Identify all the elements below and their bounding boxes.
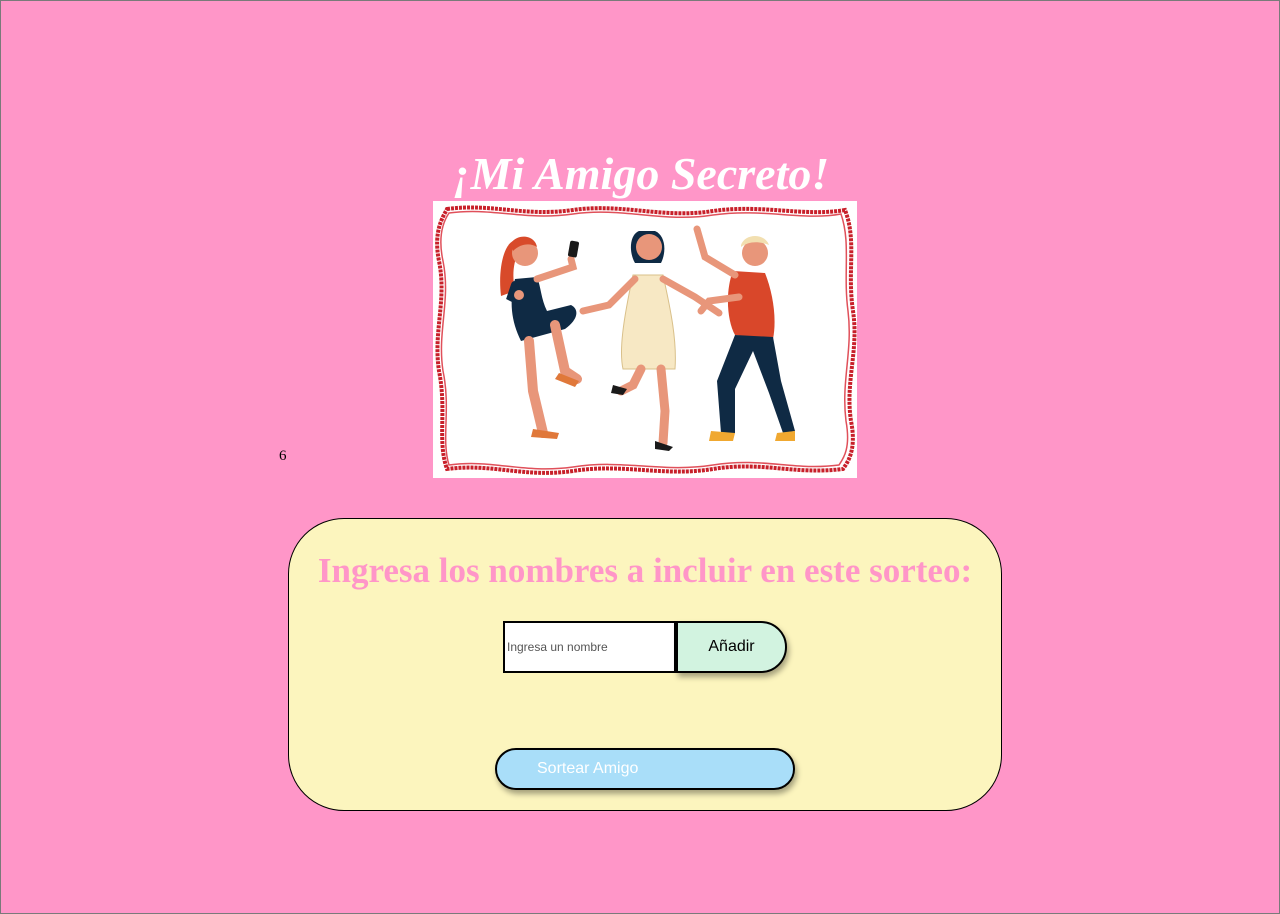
name-input[interactable]: [503, 621, 676, 673]
draw-button[interactable]: Sortear Amigo: [495, 748, 795, 790]
dancer-middle: [579, 231, 723, 451]
dancing-friends-illustration: [435, 205, 857, 475]
counter-value: 6: [279, 448, 287, 464]
card-heading: Ingresa los nombres a incluir en este so…: [317, 551, 973, 590]
dancer-right: [693, 225, 795, 441]
hero-image: [433, 201, 857, 478]
input-card: Ingresa los nombres a incluir en este so…: [288, 518, 1002, 811]
page-title: ¡Mi Amigo Secreto!: [452, 148, 830, 199]
add-button[interactable]: Añadir: [676, 621, 787, 673]
dancer-left: [500, 236, 582, 439]
draw-button-label: Sortear Amigo: [537, 760, 639, 777]
